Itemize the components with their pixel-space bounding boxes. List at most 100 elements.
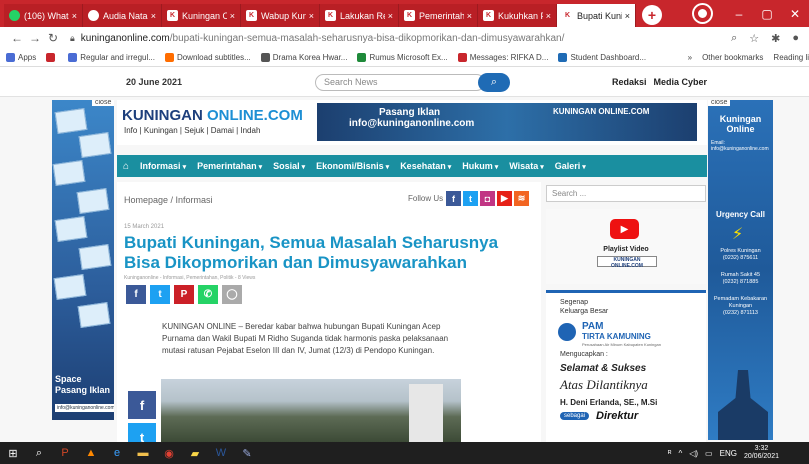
- maximize-button[interactable]: ▢: [753, 0, 781, 27]
- pam-greet: Mengucapkan :: [560, 351, 608, 358]
- people-icon[interactable]: ᴿ: [668, 449, 672, 458]
- lock-icon[interactable]: 🔒︎: [70, 33, 75, 44]
- minimize-button[interactable]: –: [725, 0, 753, 27]
- close-tab-icon[interactable]: ×: [625, 11, 630, 21]
- comment-share-icon[interactable]: ◯: [222, 285, 242, 304]
- bookmark-item[interactable]: [46, 53, 58, 62]
- site-logo[interactable]: KUNINGAN ONLINE.COM: [122, 107, 303, 124]
- tray-chevron-icon[interactable]: ^: [678, 449, 682, 458]
- bookmark-item[interactable]: Rumus Microsoft Ex...: [357, 53, 448, 62]
- reload-icon[interactable]: ↻: [44, 31, 62, 45]
- browser-tab[interactable]: (106) WhatsApp×: [4, 4, 83, 27]
- facebook-side-share-icon[interactable]: f: [128, 391, 156, 419]
- twitter-share-icon[interactable]: t: [150, 285, 170, 304]
- windows-start-icon[interactable]: ⊞: [0, 442, 26, 464]
- menu-item[interactable]: Wisata ▾: [509, 161, 543, 171]
- new-tab-button[interactable]: +: [642, 5, 662, 25]
- menu-item[interactable]: Pemerintahan ▾: [197, 161, 262, 171]
- pam-role: Direktur: [596, 410, 639, 422]
- rss-icon[interactable]: ≋: [514, 191, 529, 206]
- close-tab-icon[interactable]: ×: [230, 11, 235, 21]
- browser-tab[interactable]: K Wabup Kunin×: [241, 4, 320, 27]
- bookmark-item[interactable]: Messages: RIFKA D...: [457, 53, 548, 62]
- close-tab-icon[interactable]: ×: [467, 11, 472, 21]
- site-search-input[interactable]: Search News: [315, 74, 485, 91]
- other-bookmarks-button[interactable]: Other bookmarks: [702, 53, 763, 62]
- header-banner-ad[interactable]: Pasang Iklan info@kuninganonline.com KUN…: [317, 103, 697, 141]
- bookmark-item[interactable]: Apps: [6, 53, 36, 62]
- clock[interactable]: 3:32 20/06/2021: [744, 445, 779, 461]
- instagram-icon[interactable]: ◘: [480, 191, 495, 206]
- zoom-icon[interactable]: ⌕: [731, 32, 737, 45]
- follow-us-label: Follow Us: [408, 194, 444, 203]
- media-cyber-link[interactable]: Media Cyber: [654, 77, 708, 87]
- language-indicator[interactable]: ENG: [720, 449, 737, 458]
- browser-tab[interactable]: K Kukuhkan Pe×: [478, 4, 557, 27]
- edge-icon[interactable]: e: [104, 442, 130, 464]
- powerpoint-icon[interactable]: P: [52, 442, 78, 464]
- menu-item[interactable]: Informasi ▾: [140, 161, 186, 171]
- more-bookmarks-button[interactable]: »: [688, 53, 692, 62]
- star-icon[interactable]: ☆: [749, 32, 759, 45]
- pinterest-share-icon[interactable]: P: [174, 285, 194, 304]
- sticky-notes-icon[interactable]: ▰: [182, 442, 208, 464]
- close-ad-button[interactable]: close: [708, 100, 731, 106]
- url-field[interactable]: 🔒︎ kuninganonline.com /bupati-kuningan-s…: [70, 33, 731, 44]
- close-tab-icon[interactable]: ×: [72, 11, 77, 21]
- url-host: kuninganonline.com: [80, 32, 170, 44]
- twitter-side-share-icon[interactable]: t: [128, 423, 156, 442]
- whatsapp-share-icon[interactable]: ✆: [198, 285, 218, 304]
- search-button[interactable]: ⌕: [478, 73, 510, 92]
- twitter-icon[interactable]: t: [463, 191, 478, 206]
- menu-item[interactable]: Ekonomi/Bisnis ▾: [316, 161, 389, 171]
- youtube-play-icon[interactable]: ▶: [610, 219, 639, 239]
- word-icon[interactable]: W: [208, 442, 234, 464]
- breadcrumb[interactable]: Homepage / Informasi: [124, 195, 213, 205]
- close-tab-icon[interactable]: ×: [546, 11, 551, 21]
- left-banner-ad[interactable]: close Space Pasang Iklan info@kuninganonl…: [52, 100, 114, 420]
- bookmark-item[interactable]: Drama Korea Hwar...: [260, 53, 347, 62]
- browser-tab[interactable]: K Kuningan Onl×: [162, 4, 241, 27]
- back-icon[interactable]: ←: [8, 31, 26, 45]
- forward-icon[interactable]: →: [26, 31, 44, 45]
- close-ad-button[interactable]: close: [92, 100, 114, 106]
- facebook-icon[interactable]: f: [446, 191, 461, 206]
- browser-tab[interactable]: K Pemerintahan×: [399, 4, 478, 27]
- extensions-icon[interactable]: ✱: [771, 32, 780, 45]
- close-window-button[interactable]: ✕: [781, 0, 809, 27]
- profile-avatar[interactable]: [694, 5, 711, 22]
- reading-list-button[interactable]: Reading li: [773, 53, 809, 62]
- menu-item[interactable]: Kesehatan ▾: [400, 161, 451, 171]
- menu-item[interactable]: Galeri ▾: [555, 161, 586, 171]
- bookmark-item[interactable]: Regular and irregul...: [68, 53, 155, 62]
- redaksi-link[interactable]: Redaksi: [612, 77, 647, 87]
- home-icon[interactable]: ⌂: [123, 161, 129, 172]
- account-icon[interactable]: ●: [792, 32, 799, 45]
- sidebar-search-input[interactable]: Search ...: [546, 185, 706, 202]
- close-tab-icon[interactable]: ×: [388, 11, 393, 21]
- close-tab-icon[interactable]: ×: [151, 11, 156, 21]
- youtube-icon[interactable]: ▶: [497, 191, 512, 206]
- file-explorer-icon[interactable]: ▬: [130, 442, 156, 464]
- vlc-icon[interactable]: ▲: [78, 442, 104, 464]
- menu-item[interactable]: Sosial ▾: [273, 161, 305, 171]
- browser-tab[interactable]: K Bupati Kunin×: [557, 4, 636, 27]
- browser-tab-bar: (106) WhatsApp×Audia Natasha×KKuningan O…: [0, 0, 809, 27]
- bookmark-item[interactable]: Student Dashboard...: [558, 53, 646, 62]
- playlist-widget[interactable]: ▶ Playlist Video KUNINGAN ONLINE.COM: [546, 209, 706, 284]
- right-banner-ad[interactable]: close Kuningan Online Email: info@kuninga…: [708, 100, 773, 440]
- browser-tab[interactable]: Audia Natasha×: [83, 4, 162, 27]
- facebook-share-icon[interactable]: f: [126, 285, 146, 304]
- close-tab-icon[interactable]: ×: [309, 11, 314, 21]
- bookmark-item[interactable]: Download subtitles...: [164, 53, 251, 62]
- bookmark-icon: [457, 53, 467, 62]
- pam-greeting-ad[interactable]: Segenap Keluarga Besar PAM TIRTA KAMUNIN…: [546, 290, 706, 442]
- tab-title: Pemerintahan: [419, 10, 464, 21]
- paint-icon[interactable]: ✎: [234, 442, 260, 464]
- search-icon[interactable]: ⌕: [26, 442, 52, 464]
- volume-icon[interactable]: ◁): [689, 449, 698, 458]
- network-icon[interactable]: ▭: [705, 449, 713, 458]
- browser-tab[interactable]: K Lakukan Refo×: [320, 4, 399, 27]
- chrome-icon[interactable]: ◉: [156, 442, 182, 464]
- menu-item[interactable]: Hukum ▾: [462, 161, 498, 171]
